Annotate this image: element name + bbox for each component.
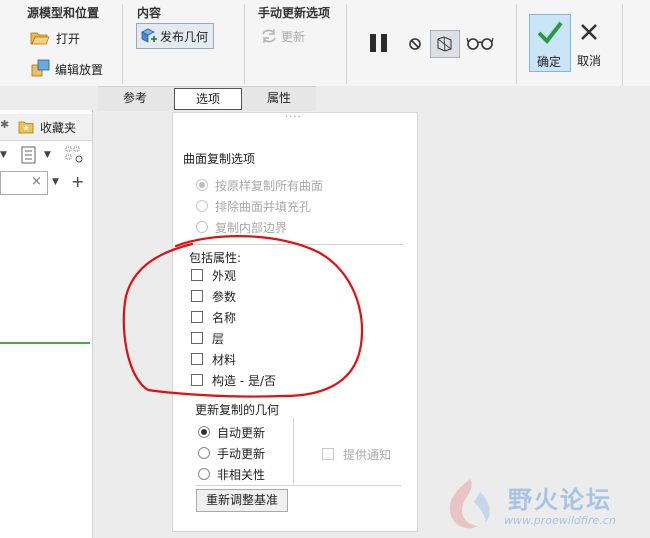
watermark-url: www.proewildfire.cn — [504, 514, 616, 527]
flame-logo-icon — [440, 474, 498, 537]
forum-watermark: 野火论坛 www.proewildfire.cn — [438, 474, 650, 538]
watermark-title: 野火论坛 — [508, 486, 612, 514]
annotation-circle — [122, 235, 364, 398]
